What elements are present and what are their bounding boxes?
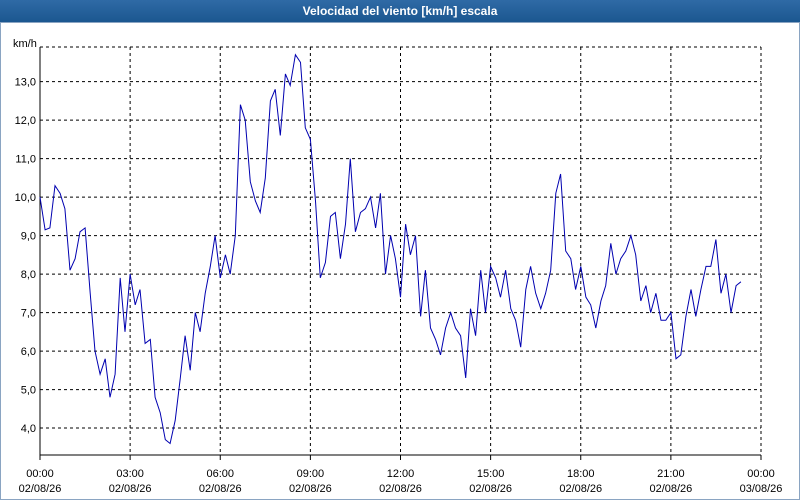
- y-axis-label: km/h: [13, 38, 37, 50]
- x-tick-date-label: 02/08/26: [559, 483, 602, 495]
- series-layer: [39, 53, 742, 445]
- x-tick-time-label: 03:00: [116, 468, 144, 480]
- x-tick-date-label: 02/08/26: [109, 483, 152, 495]
- y-tick-label: 10,0: [15, 192, 36, 204]
- y-tick-label: 5,0: [21, 385, 36, 397]
- chart-window: Velocidad del viento [km/h] escala 4,0 5,…: [0, 0, 800, 500]
- x-tick-time-label: 00:00: [747, 468, 775, 480]
- y-tick-label: 13,0: [15, 77, 36, 89]
- x-tick-time-label: 21:00: [657, 468, 685, 480]
- y-tick-label: 4,0: [21, 423, 36, 435]
- x-tick-time-label: 06:00: [206, 468, 234, 480]
- grid-layer: [40, 46, 762, 455]
- x-tick-date-label: 02/08/26: [469, 483, 512, 495]
- x-tick-date-label: 02/08/26: [649, 483, 692, 495]
- chart-title-bar: Velocidad del viento [km/h] escala: [0, 0, 800, 22]
- x-tick-time-label: 18:00: [567, 468, 595, 480]
- y-tick-label: 9,0: [21, 231, 36, 243]
- y-tick-label: 11,0: [15, 154, 36, 166]
- x-tick-date-label: 02/08/26: [289, 483, 332, 495]
- x-tick-time-label: 12:00: [387, 468, 415, 480]
- chart-area: 4,0 5,0 6,0 7,0 8,0 9,0 10,0 11,0 12,0 13,0 00:00 0…: [0, 22, 800, 500]
- x-tick-date-label: 02/08/26: [199, 483, 242, 495]
- y-tick-label: 6,0: [21, 346, 36, 358]
- y-tick-label: 12,0: [15, 115, 36, 127]
- wind-speed-series-line: [39, 53, 742, 445]
- x-tick-date-label: 02/08/26: [19, 483, 62, 495]
- label-layer: 4,0 5,0 6,0 7,0 8,0 9,0 10,0 11,0 12,0 13,0 00:00 0…: [13, 38, 782, 495]
- y-tick-label: 7,0: [21, 308, 36, 320]
- x-tick-date-label: 03/08/26: [740, 483, 783, 495]
- chart-title: Velocidad del viento [km/h] escala: [302, 4, 498, 18]
- x-tick-time-label: 00:00: [26, 468, 54, 480]
- x-tick-time-label: 09:00: [297, 468, 325, 480]
- x-tick-date-label: 02/08/26: [379, 483, 422, 495]
- y-tick-label: 8,0: [21, 269, 36, 281]
- x-tick-time-label: 15:00: [477, 468, 505, 480]
- wind-speed-chart: 4,0 5,0 6,0 7,0 8,0 9,0 10,0 11,0 12,0 13,0 00:00 0…: [13, 38, 782, 495]
